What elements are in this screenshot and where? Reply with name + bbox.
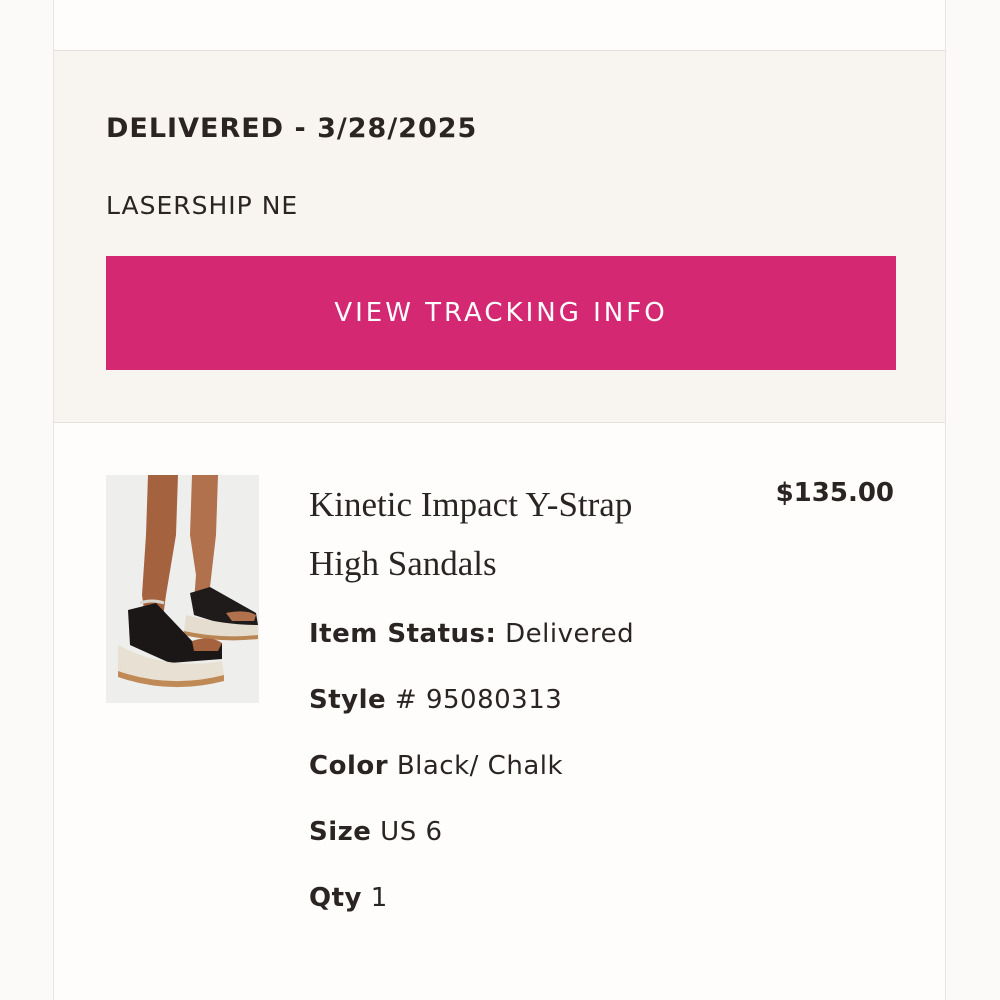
sandals-photo-icon bbox=[106, 475, 259, 703]
size-value: US 6 bbox=[380, 817, 443, 847]
delivery-status-title: DELIVERED - 3/28/2025 bbox=[106, 113, 478, 144]
shipment-panel: DELIVERED - 3/28/2025 LASERSHIP NE VIEW … bbox=[54, 51, 945, 423]
item-status-label: Item Status: bbox=[309, 619, 497, 649]
previous-section-edge bbox=[54, 0, 945, 51]
size-label: Size bbox=[309, 817, 372, 847]
product-name[interactable]: Kinetic Impact Y-Strap High Sandals bbox=[309, 475, 709, 593]
style-row: Style # 95080313 bbox=[309, 685, 562, 715]
item-status-value: Delivered bbox=[505, 619, 635, 649]
qty-row: Qty 1 bbox=[309, 883, 388, 913]
color-value: Black/ Chalk bbox=[396, 751, 564, 781]
product-price: $135.00 bbox=[775, 478, 894, 508]
qty-label: Qty bbox=[309, 883, 362, 913]
color-label: Color bbox=[309, 751, 389, 781]
order-details-page: DELIVERED - 3/28/2025 LASERSHIP NE VIEW … bbox=[0, 0, 1000, 1000]
product-image[interactable] bbox=[106, 475, 259, 703]
order-card: DELIVERED - 3/28/2025 LASERSHIP NE VIEW … bbox=[53, 0, 946, 1000]
carrier-name: LASERSHIP NE bbox=[106, 191, 299, 220]
color-row: Color Black/ Chalk bbox=[309, 751, 563, 781]
item-status-row: Item Status: Delivered bbox=[309, 619, 634, 649]
size-row: Size US 6 bbox=[309, 817, 443, 847]
order-item: Kinetic Impact Y-Strap High Sandals $135… bbox=[54, 423, 945, 1000]
qty-value: 1 bbox=[370, 883, 388, 913]
style-label: Style bbox=[309, 685, 387, 715]
style-value: # 95080313 bbox=[394, 685, 563, 715]
view-tracking-info-button[interactable]: VIEW TRACKING INFO bbox=[106, 256, 896, 370]
